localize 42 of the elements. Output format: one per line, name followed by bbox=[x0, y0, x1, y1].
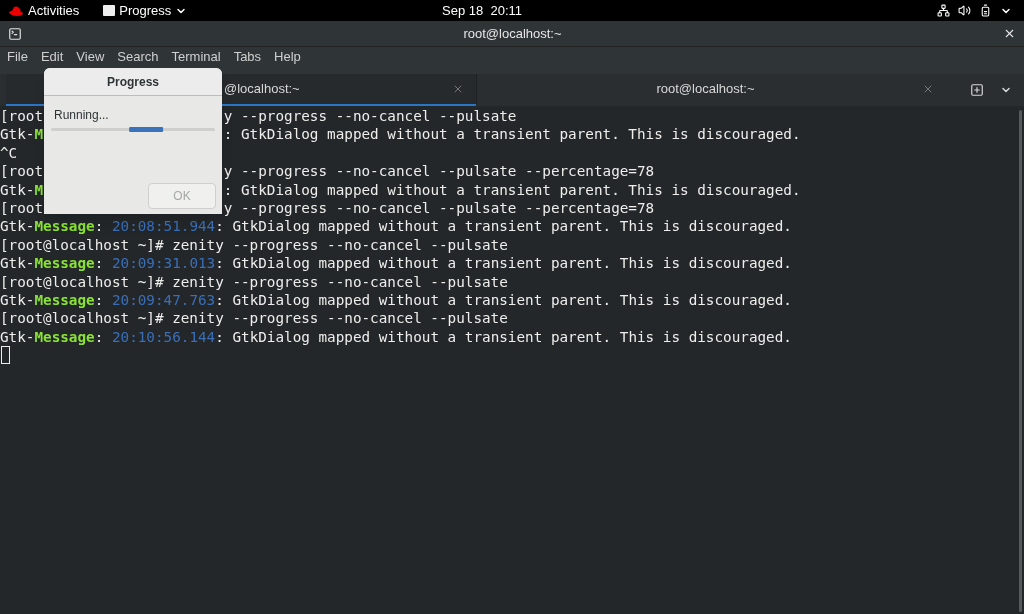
terminal-line: y --progress --no-cancel --pulsate --percentage=78 bbox=[223, 198, 655, 218]
terminal-line: : GtkDialog mapped without a transient parent. This is discouraged. bbox=[223, 180, 801, 199]
terminal-line: y --progress --no-cancel --pulsate --percentage=78 bbox=[223, 162, 655, 181]
menu-item[interactable]: Edit bbox=[40, 46, 64, 67]
scrollbar[interactable] bbox=[1019, 110, 1022, 612]
status-text: Running... bbox=[53, 107, 110, 124]
terminal-line: Gtk-Message: 20:09:47.763: GtkDialog mapped without a transient parent. This is discouraged. bbox=[0, 290, 792, 310]
terminal-icon bbox=[8, 26, 22, 41]
network-icon[interactable] bbox=[937, 4, 950, 17]
hat-icon bbox=[8, 4, 24, 17]
menu-item[interactable]: Help bbox=[274, 46, 301, 67]
menu-item[interactable]: View bbox=[76, 46, 105, 67]
terminal-line: [root bbox=[0, 198, 44, 218]
terminal-line: [root bbox=[0, 107, 44, 126]
terminal-line: [root@localhost ~]# zenity --progress --no-cancel --pulsate bbox=[0, 309, 508, 328]
terminal-line: ^C bbox=[0, 143, 18, 163]
menu-item[interactable]: File bbox=[7, 46, 28, 67]
terminal-line: Gtk-Message: 20:08:51.944: GtkDialog mapped without a transient parent. This is discouraged. bbox=[0, 217, 792, 236]
clock[interactable]: Sep 18 20:11 bbox=[442, 0, 522, 21]
new-tab-icon[interactable] bbox=[970, 83, 984, 97]
volume-icon[interactable] bbox=[958, 4, 971, 17]
terminal-line: Gtk-Message: 20:10:56.144: GtkDialog mapped without a transient parent. This is discouraged. bbox=[0, 327, 792, 347]
terminal-line: Gtk-M bbox=[0, 125, 44, 144]
app-menu[interactable]: Progress bbox=[103, 0, 188, 21]
close-icon[interactable] bbox=[1003, 27, 1016, 40]
terminal-line: Gtk-Message: 20:09:31.013: GtkDialog mapped without a transient parent. This is discouraged. bbox=[0, 254, 792, 273]
window-title: root@localhost:~ bbox=[462, 24, 563, 43]
terminal-line: [root bbox=[0, 162, 44, 181]
cursor bbox=[1, 346, 10, 365]
menu-item[interactable]: Terminal bbox=[171, 46, 221, 67]
menu-item[interactable]: Tabs bbox=[233, 46, 262, 67]
terminal-line: [root@localhost ~]# zenity --progress --no-cancel --pulsate bbox=[0, 235, 508, 255]
tab[interactable]: root@localhost:~ bbox=[476, 74, 946, 106]
battery-icon[interactable] bbox=[979, 4, 992, 17]
activities-button[interactable]: Activities bbox=[28, 0, 80, 21]
terminal-line: y --progress --no-cancel --pulsate bbox=[223, 107, 517, 126]
dialog-title: Progress bbox=[44, 68, 222, 96]
menu-item[interactable]: Search bbox=[117, 46, 159, 67]
terminal-line: [root@localhost ~]# zenity --progress --no-cancel --pulsate bbox=[0, 272, 508, 291]
window-icon bbox=[103, 5, 116, 16]
terminal-line: Gtk-M bbox=[0, 180, 44, 199]
terminal-line: : GtkDialog mapped without a transient parent. This is discouraged. bbox=[223, 125, 801, 144]
